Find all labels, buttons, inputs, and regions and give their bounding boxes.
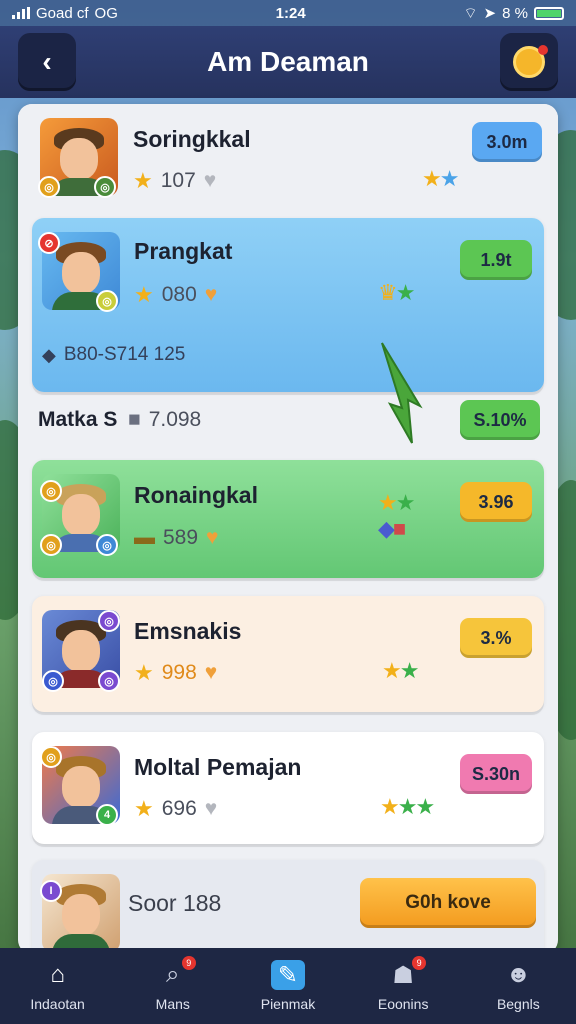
nav-label: Mans [155, 996, 190, 1012]
home-icon: ⌂ [50, 961, 65, 988]
alert-badge-icon: ⊘ [38, 232, 60, 254]
middle-info-row: Matka S ■ 7.098 S.10% [18, 396, 558, 448]
diamond-icon: ◆ [42, 344, 56, 365]
player-score: 696 [161, 797, 197, 820]
player-score: 080 [161, 283, 197, 306]
player-stats: ★ 998 ♥ [134, 660, 217, 686]
battery-icon [533, 6, 564, 20]
action-button[interactable]: G0h kove [360, 878, 536, 928]
heart-icon: ♥ [204, 661, 218, 684]
nav-item-profile[interactable]: ☻ Begnls [463, 960, 573, 1012]
wifi-icon: ⌔ [463, 4, 478, 22]
value-button[interactable]: 1.9t [460, 240, 532, 280]
player-score: 998 [161, 661, 197, 684]
back-button[interactable]: ‹ [18, 33, 76, 91]
chevron-left-icon: ‹ [42, 46, 52, 77]
level-badge-icon: ◎ [98, 610, 120, 632]
extra-info: ◆ B80-S714 125 [42, 344, 185, 366]
level-badge-icon: ◎ [38, 176, 60, 198]
level-badge-icon: ◎ [96, 290, 118, 312]
list-item[interactable]: ◎ ◎ ◎ Ronaingkal ▬ 589 ♥ 3.96 ★★ ◆■ [32, 460, 544, 578]
search-icon: ⌕ 9 [156, 956, 196, 990]
value-button[interactable]: 3.0m [472, 122, 542, 162]
coin-button[interactable] [500, 33, 558, 91]
star-icon: ★ [134, 660, 154, 685]
leaderboard-panel: ◎ ◎ Soringkkal ★ 107 ♥ 3.0m ★★ ⊘ ◎ Prang… [18, 104, 558, 954]
star-icon: ★ [133, 168, 153, 193]
status-time: 1:24 [275, 4, 306, 22]
app-header: ‹ Am Deaman [0, 26, 576, 98]
location-icon: ➤ [483, 5, 497, 22]
page-title: Am Deaman [207, 46, 369, 77]
heart-icon: ♥ [203, 169, 217, 192]
list-item[interactable]: ◎ ◎ ◎ Emsnakis ★ 998 ♥ 3.% ★★ [32, 596, 544, 712]
level-badge-icon: ◎ [98, 670, 120, 692]
player-stats: ★ 080 ♥ [134, 282, 217, 308]
profile-icon: ☻ [505, 961, 531, 988]
nav-label: Indaotan [30, 996, 85, 1012]
nav-label: Pienmak [260, 996, 316, 1012]
chest-icon: ▬ [134, 526, 155, 549]
level-badge-icon: 4 [96, 804, 118, 826]
middle-stat: ■ 7.098 [128, 408, 201, 432]
level-badge-icon: ◎ [40, 746, 62, 768]
carrier-label: Goad cf [36, 4, 89, 22]
player-name: Soor 188 [128, 890, 222, 916]
ghost-icon: ☗ 9 [386, 956, 427, 990]
player-name: Emsnakis [134, 618, 242, 644]
player-name: Ronaingkal [134, 482, 258, 508]
coin-icon [513, 45, 548, 78]
value-button[interactable]: 3.% [460, 618, 532, 658]
list-item[interactable]: I Soor 188 G0h kove [32, 860, 544, 954]
status-bar: Goad cf OG 1:24 ⌔ ➤ 8 % [0, 0, 576, 26]
list-item[interactable]: ◎ ◎ Soringkkal ★ 107 ♥ 3.0m ★★ [18, 104, 558, 212]
network-label: OG [94, 4, 118, 22]
level-badge-icon: ◎ [40, 534, 62, 556]
player-stats: ▬ 589 ♥ [134, 526, 219, 550]
player-stats: ★ 696 ♥ [134, 796, 217, 822]
extra-code: B80-S714 125 [63, 344, 186, 365]
level-badge-icon: I [40, 880, 62, 902]
list-item[interactable]: ⊘ ◎ Prangkat ★ 080 ♥ 1.9t ♛★ ◆ B80-S714 … [32, 218, 544, 444]
player-stats: ★ 107 ♥ [133, 168, 216, 194]
signal-icon [12, 7, 30, 19]
nav-item-search[interactable]: ⌕ 9 Mans [118, 956, 228, 1012]
nav-label: Begnls [496, 996, 540, 1012]
player-name: Soringkkal [133, 126, 251, 152]
star-icon: ★ [134, 796, 154, 821]
nav-item-ghost[interactable]: ☗ 9 Eoonins [348, 956, 458, 1012]
rewards-icon: ★★ [382, 658, 419, 683]
level-badge-icon: ◎ [40, 480, 62, 502]
player-score: 107 [160, 169, 196, 192]
star-icon: ★ [134, 282, 154, 307]
edit-icon: ✎ [270, 960, 305, 990]
rewards-stars-icon: ★★★ [380, 794, 435, 819]
middle-value-button[interactable]: S.10% [460, 400, 540, 440]
player-name: Moltal Pemajan [134, 754, 302, 780]
gems-reward-icon: ★★ ◆■ [378, 490, 415, 541]
nav-label: Eoonins [377, 996, 429, 1012]
heart-icon: ♥ [206, 526, 219, 549]
bottom-navigation: ⌂ Indaotan ⌕ 9 Mans ✎ Pienmak ☗ 9 Eoonins … [0, 948, 576, 1024]
list-item[interactable]: ◎ 4 Moltal Pemajan ★ 696 ♥ S.30n ★★★ [32, 732, 544, 844]
value-button[interactable]: S.30n [460, 754, 532, 794]
box-icon: ■ [128, 408, 141, 431]
nav-item-home[interactable]: ⌂ Indaotan [3, 960, 113, 1012]
battery-percent: 8 % [502, 4, 528, 22]
crown-reward-icon: ♛★ [378, 280, 415, 305]
player-name: Prangkat [134, 238, 233, 264]
heart-icon: ♥ [204, 797, 218, 820]
heart-icon: ♥ [204, 283, 218, 306]
level-badge-icon: ◎ [94, 176, 116, 198]
level-badge-icon: ◎ [96, 534, 118, 556]
player-score: 589 [163, 526, 199, 549]
rewards-stars-icon: ★★ [422, 166, 459, 191]
level-badge-icon: ◎ [42, 670, 64, 692]
nav-item-edit[interactable]: ✎ Pienmak [233, 960, 343, 1012]
middle-value: 7.098 [148, 408, 202, 431]
value-button[interactable]: 3.96 [460, 482, 532, 522]
middle-label: Matka S [38, 408, 118, 431]
